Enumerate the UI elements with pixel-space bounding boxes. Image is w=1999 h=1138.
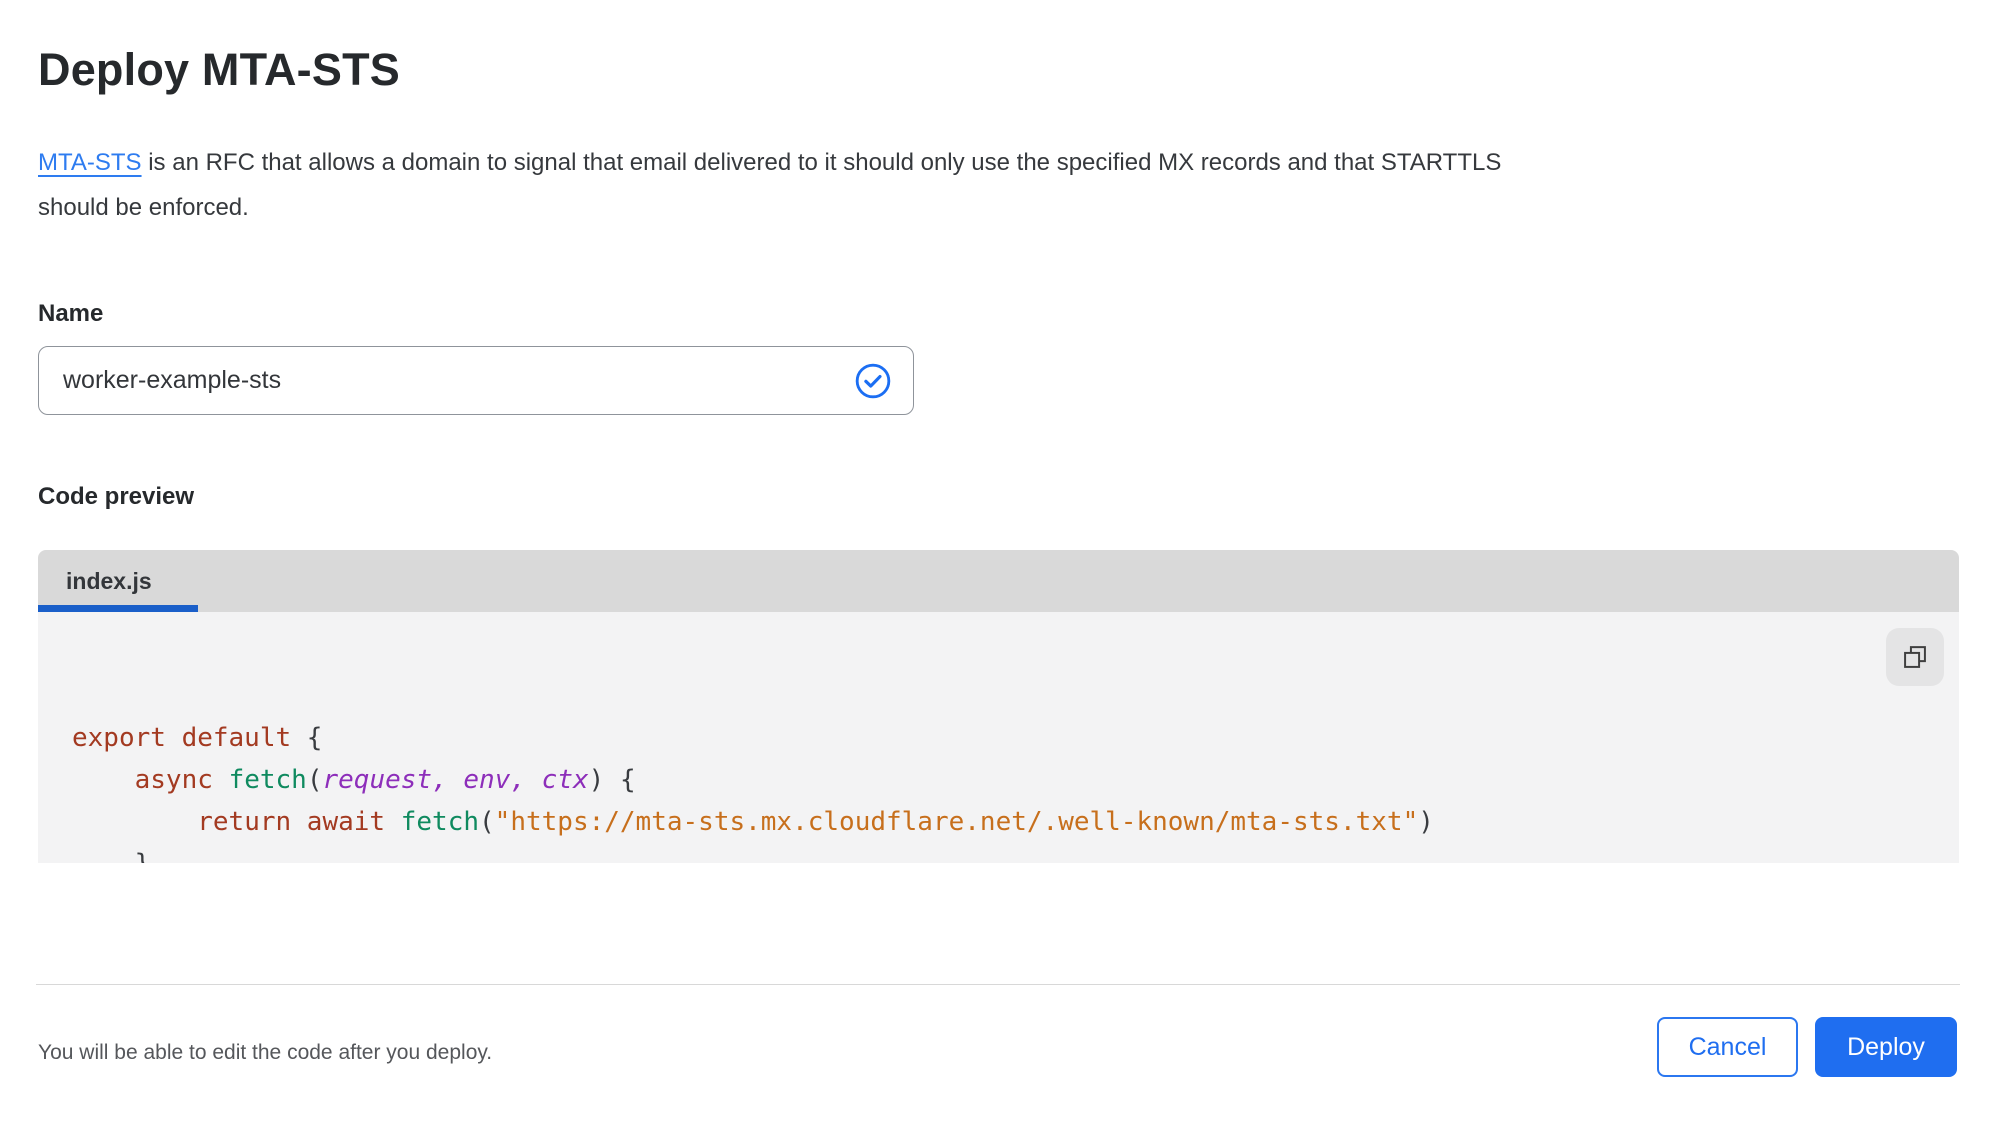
deploy-button[interactable]: Deploy [1815,1017,1957,1077]
code-lines: export default { async fetch(request, en… [72,723,1434,863]
deploy-mta-sts-page: Deploy MTA-STS MTA-STS is an RFC that al… [0,0,1999,1138]
code-preview-label: Code preview [38,483,195,510]
code-tabbar: index.js [38,550,1959,612]
name-input-container [38,346,914,415]
mta-sts-link[interactable]: MTA-STS [38,149,142,176]
code-editor-preview: export default { async fetch(request, en… [38,612,1959,863]
description-line1: is an RFC that allows a domain to signal… [141,149,1502,176]
page-description: MTA-STS is an RFC that allows a domain t… [38,140,1968,230]
copy-code-button[interactable] [1886,628,1944,686]
copy-icon [1904,646,1926,668]
check-circle-icon [855,363,891,398]
description-line2: should be enforced. [38,194,249,221]
name-input[interactable] [39,347,913,414]
name-label: Name [38,300,104,327]
footer-note: You will be able to edit the code after … [38,1041,493,1064]
tab-label: index.js [66,568,152,594]
active-tab-indicator [38,605,198,612]
page-title: Deploy MTA-STS [38,44,400,95]
code-preview-panel: index.js export default { async fetch(re… [38,550,1959,863]
footer-divider [36,984,1960,985]
cancel-button[interactable]: Cancel [1657,1017,1798,1077]
tab-index-js[interactable]: index.js [38,550,198,612]
